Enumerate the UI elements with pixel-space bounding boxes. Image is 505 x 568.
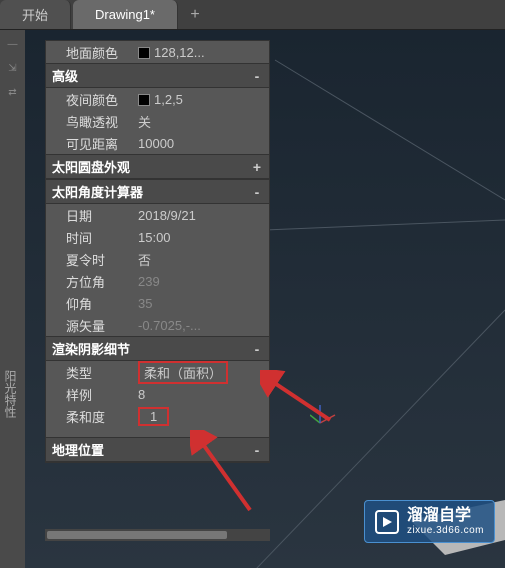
night-color-value[interactable]: 1,2,5 (134, 92, 269, 107)
tool-minimize-icon[interactable]: — (5, 36, 21, 52)
night-color-label: 夜间颜色 (66, 90, 134, 109)
panel-title-vertical: 阳光特性 (2, 370, 19, 418)
elevation-value: 35 (134, 296, 269, 311)
type-value[interactable]: 柔和（面积） (134, 361, 269, 384)
samples-label: 样例 (66, 385, 134, 404)
play-icon (375, 510, 399, 534)
swatch-icon (138, 47, 150, 59)
tool-expand-icon[interactable]: ⇲ (5, 60, 21, 76)
samples-value[interactable]: 8 (134, 387, 269, 402)
time-label: 时间 (66, 228, 134, 247)
tool-swap-icon[interactable]: ⇄ (5, 84, 21, 100)
row-time[interactable]: 时间 15:00 (46, 226, 269, 248)
row-birds-eye[interactable]: 鸟瞰透视 关 (46, 110, 269, 132)
panel-scrollbar-horizontal[interactable] (45, 529, 270, 541)
birds-eye-value[interactable]: 关 (134, 112, 269, 131)
source-vector-value: -0.7025,-... (134, 318, 269, 333)
collapse-icon[interactable]: - (251, 341, 263, 357)
section-geo-location[interactable]: 地理位置 - (46, 437, 269, 462)
section-advanced[interactable]: 高级 - (46, 63, 269, 88)
collapse-icon[interactable]: - (251, 68, 263, 84)
collapse-icon[interactable]: - (251, 442, 263, 458)
section-geo-title: 地理位置 (52, 440, 104, 459)
section-advanced-title: 高级 (52, 66, 78, 85)
sun-properties-panel[interactable]: 地面颜色 128,12... 高级 - 夜间颜色 1,2,5 鸟瞰透视 关 可见… (45, 40, 270, 463)
tab-drawing1[interactable]: Drawing1* (73, 0, 178, 29)
left-toolbar: — ⇲ ⇄ (0, 30, 25, 568)
azimuth-value: 239 (134, 274, 269, 289)
section-sun-disk[interactable]: 太阳圆盘外观 + (46, 154, 269, 179)
row-source-vector[interactable]: 源矢量 -0.7025,-... (46, 314, 269, 336)
row-azimuth[interactable]: 方位角 239 (46, 270, 269, 292)
elevation-label: 仰角 (66, 294, 134, 313)
ground-color-label: 地面颜色 (66, 43, 134, 62)
row-night-color[interactable]: 夜间颜色 1,2,5 (46, 88, 269, 110)
row-type[interactable]: 类型 柔和（面积） (46, 361, 269, 383)
date-value[interactable]: 2018/9/21 (134, 208, 269, 223)
tab-start[interactable]: 开始 (0, 0, 71, 29)
row-visible-distance[interactable]: 可见距离 10000 (46, 132, 269, 154)
row-ground-color[interactable]: 地面颜色 128,12... (46, 41, 269, 63)
expand-icon[interactable]: + (251, 159, 263, 175)
softness-label: 柔和度 (66, 407, 134, 426)
row-date[interactable]: 日期 2018/9/21 (46, 204, 269, 226)
watermark-url: zixue.3d66.com (407, 525, 484, 536)
section-sun-angle[interactable]: 太阳角度计算器 - (46, 179, 269, 204)
source-vector-label: 源矢量 (66, 316, 134, 335)
azimuth-label: 方位角 (66, 272, 134, 291)
ground-color-value[interactable]: 128,12... (134, 45, 269, 60)
visible-distance-value[interactable]: 10000 (134, 136, 269, 151)
row-samples[interactable]: 样例 8 (46, 383, 269, 405)
date-label: 日期 (66, 206, 134, 225)
axis-gizmo[interactable] (310, 405, 340, 438)
section-shadow-title: 渲染阴影细节 (52, 339, 130, 358)
section-sun-angle-title: 太阳角度计算器 (52, 182, 143, 201)
dst-value[interactable]: 否 (134, 250, 269, 269)
time-value[interactable]: 15:00 (134, 230, 269, 245)
softness-value[interactable]: 1 (134, 407, 269, 426)
visible-distance-label: 可见距离 (66, 134, 134, 153)
watermark: 溜溜自学 zixue.3d66.com (364, 500, 495, 543)
row-elevation[interactable]: 仰角 35 (46, 292, 269, 314)
birds-eye-label: 鸟瞰透视 (66, 112, 134, 131)
section-sun-disk-title: 太阳圆盘外观 (52, 157, 130, 176)
dst-label: 夏令时 (66, 250, 134, 269)
type-label: 类型 (66, 363, 134, 382)
row-softness[interactable]: 柔和度 1 (46, 405, 269, 427)
swatch-icon (138, 94, 150, 106)
section-shadow-detail[interactable]: 渲染阴影细节 - (46, 336, 269, 361)
scrollbar-thumb[interactable] (47, 531, 227, 539)
document-tabs: 开始 Drawing1* + (0, 0, 505, 30)
tab-add[interactable]: + (180, 0, 210, 29)
watermark-title: 溜溜自学 (407, 507, 484, 525)
collapse-icon[interactable]: - (251, 184, 263, 200)
row-dst[interactable]: 夏令时 否 (46, 248, 269, 270)
